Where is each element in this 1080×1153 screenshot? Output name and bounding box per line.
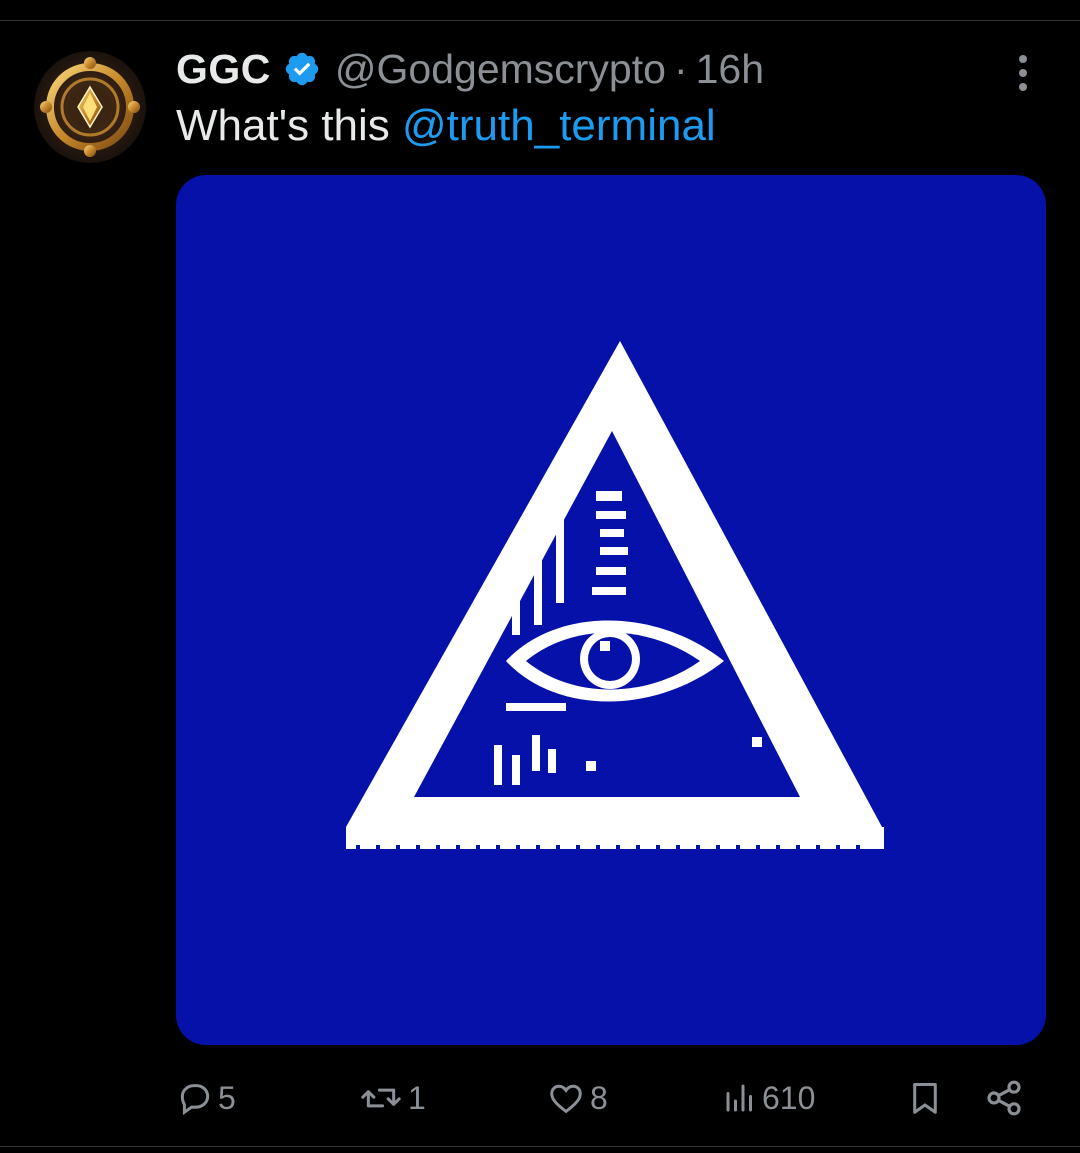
bookmark-icon [906, 1078, 944, 1118]
avatar[interactable] [34, 51, 146, 163]
retweet-button[interactable]: 1 [358, 1073, 426, 1123]
share-button[interactable] [984, 1073, 1024, 1123]
tweet[interactable]: GGC @Godgemscrypto · 16h What's this @tr… [0, 21, 1080, 1146]
tweet-actions: 5 1 8 610 [0, 1073, 1080, 1123]
verified-badge-icon [283, 50, 321, 88]
tweet-header: GGC @Godgemscrypto · 16h [176, 45, 764, 93]
mention-link[interactable]: @truth_terminal [402, 101, 716, 150]
bookmark-button[interactable] [906, 1073, 944, 1123]
reply-bubble-icon [176, 1079, 214, 1117]
bottom-divider [0, 1146, 1080, 1147]
retweet-count: 1 [408, 1079, 426, 1116]
display-name[interactable]: GGC [176, 46, 271, 93]
retweet-icon [358, 1079, 404, 1117]
views-count: 610 [762, 1079, 816, 1116]
like-count: 8 [590, 1079, 608, 1116]
bar-chart-icon [722, 1079, 758, 1117]
more-vertical-icon[interactable] [1003, 51, 1043, 95]
reply-button[interactable]: 5 [176, 1073, 236, 1123]
tweet-text-prefix: What's this [176, 101, 403, 150]
share-icon [984, 1078, 1024, 1118]
heart-icon [546, 1079, 586, 1117]
timestamp[interactable]: 16h [696, 46, 764, 93]
tweet-text: What's this @truth_terminal [176, 101, 716, 151]
reply-count: 5 [218, 1079, 236, 1116]
views-button[interactable]: 610 [722, 1073, 815, 1123]
tweet-image[interactable] [176, 175, 1046, 1045]
like-button[interactable]: 8 [546, 1073, 608, 1123]
all-seeing-eye-pyramid-image [176, 175, 1046, 1045]
user-handle[interactable]: @Godgemscrypto [335, 46, 666, 93]
separator-dot: · [673, 45, 688, 92]
